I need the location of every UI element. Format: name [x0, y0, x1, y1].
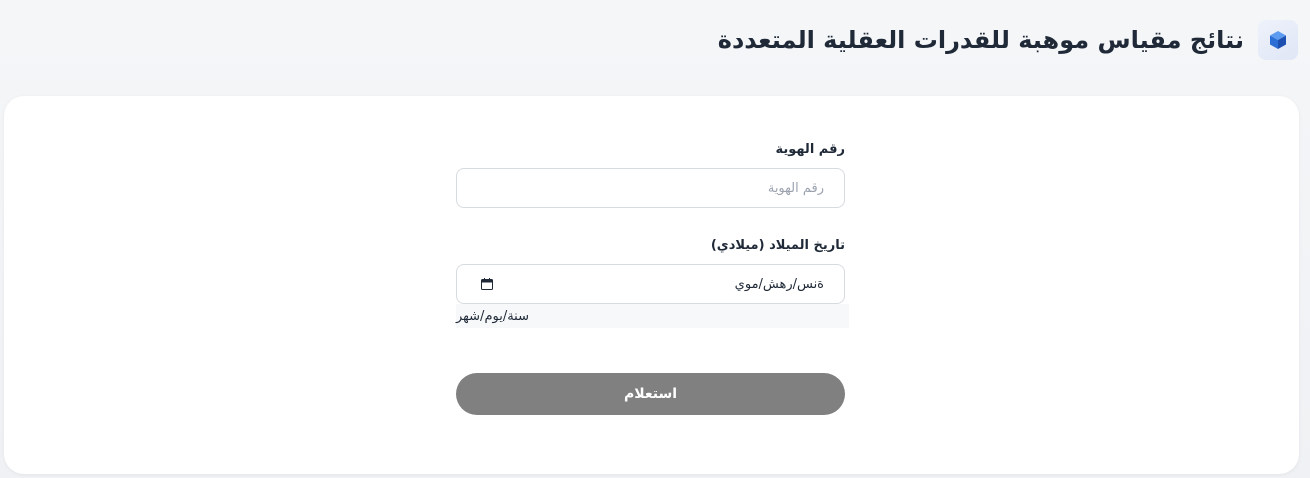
id-number-label: رقم الهوية — [775, 142, 845, 157]
birth-date-value: ةنس/رهش/موي — [734, 276, 824, 292]
birth-date-label: تاريخ الميلاد (ميلادي) — [710, 238, 845, 253]
page-title: نتائج مقياس موهبة للقدرات العقلية المتعد… — [717, 26, 1244, 54]
calendar-icon[interactable] — [481, 278, 493, 290]
birth-date-hint-text: سنة/يوم/شهر — [456, 308, 529, 324]
birth-date-hint: سنة/يوم/شهر — [456, 304, 849, 328]
inquiry-submit-button[interactable]: استعلام — [456, 373, 845, 415]
birth-date-input[interactable]: ةنس/رهش/موي — [456, 264, 845, 304]
id-number-input[interactable] — [456, 168, 845, 208]
form-card: رقم الهوية تاريخ الميلاد (ميلادي) ةنس/ره… — [4, 96, 1299, 474]
cube-logo-icon — [1258, 20, 1298, 60]
page-header: نتائج مقياس موهبة للقدرات العقلية المتعد… — [718, 18, 1298, 62]
